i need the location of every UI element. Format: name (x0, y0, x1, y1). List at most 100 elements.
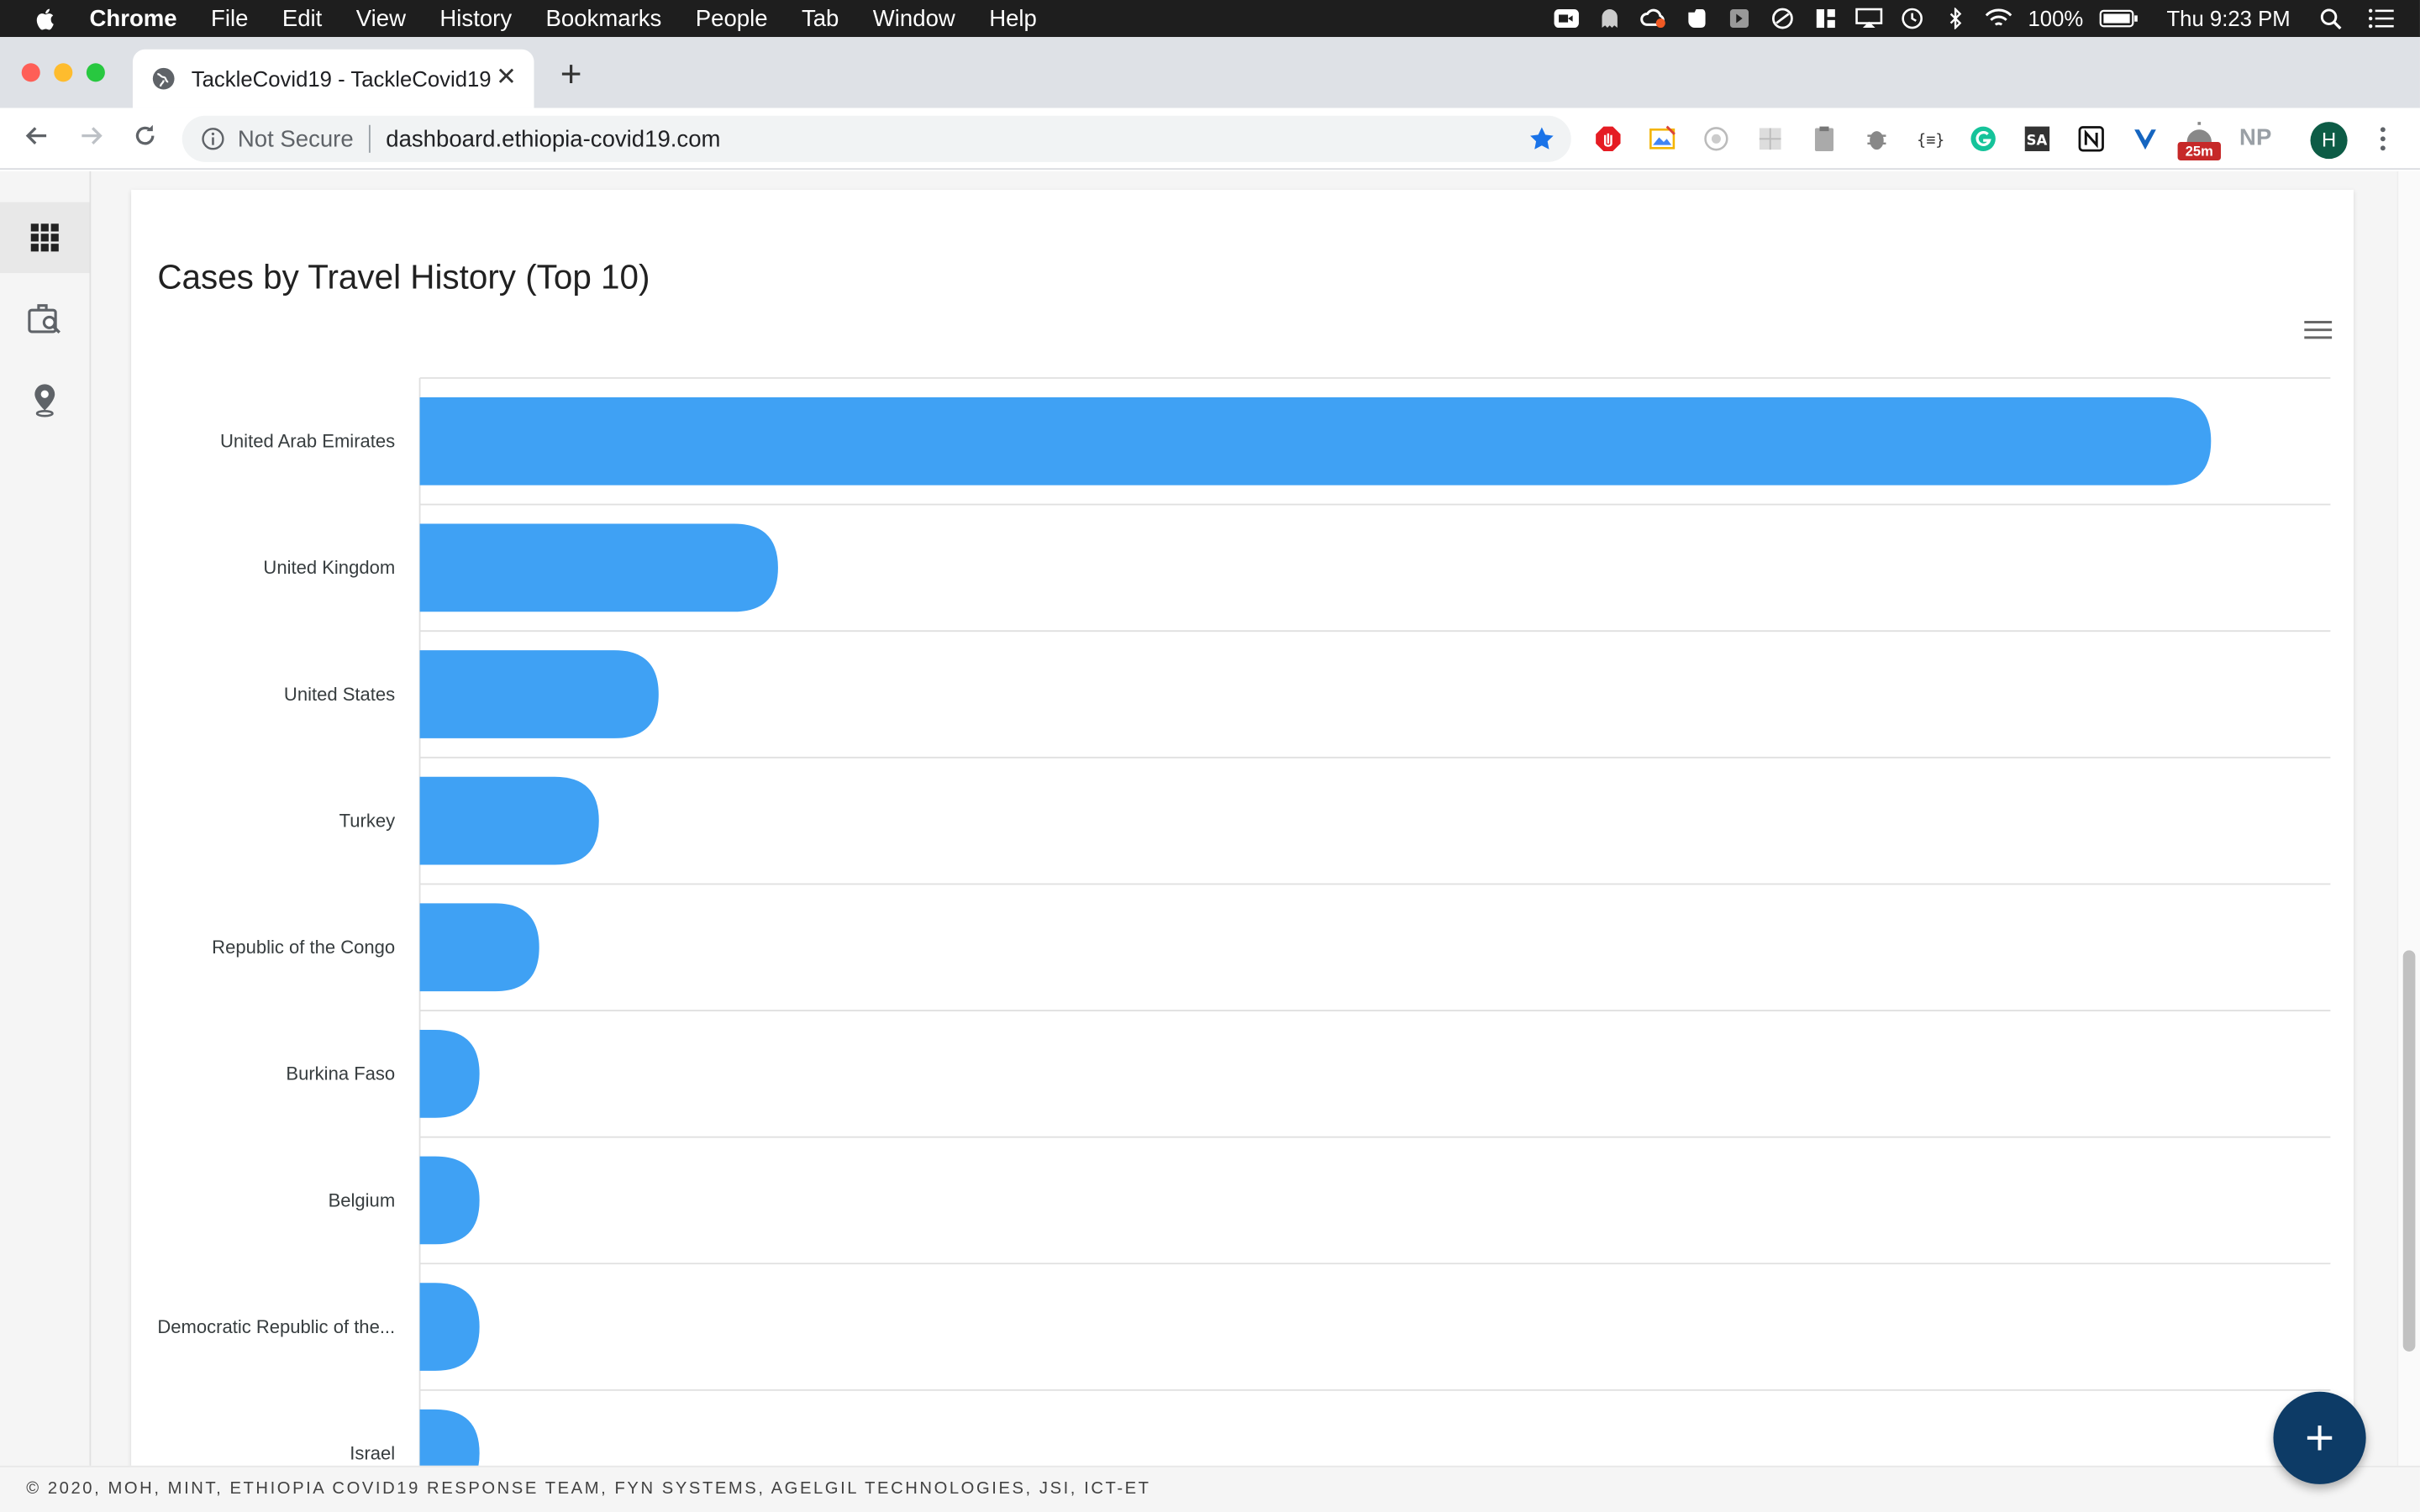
tab-title: TackleCovid19 - TackleCovid19 (191, 66, 492, 92)
chart-category-label: Israel (350, 1443, 395, 1464)
maximize-window-button[interactable] (86, 63, 105, 82)
np-extension-icon[interactable]: NP (2239, 125, 2271, 151)
close-tab-icon[interactable]: ✕ (491, 63, 522, 94)
menu-tab[interactable]: Tab (802, 5, 839, 31)
chart-bar[interactable] (419, 776, 599, 865)
chart-bar[interactable] (419, 523, 778, 612)
chart-category-label: Republic of the Congo (212, 937, 395, 958)
chart-bar[interactable] (419, 1029, 480, 1118)
bluetooth-icon[interactable] (1942, 8, 1970, 29)
chart-category-label: Democratic Republic of the... (157, 1316, 395, 1337)
do-not-disturb-icon[interactable] (1769, 8, 1797, 29)
chart-bar[interactable] (419, 1283, 480, 1371)
json-extension-icon[interactable]: {≡} (1915, 125, 1943, 153)
ghost-app-icon[interactable] (1596, 8, 1623, 29)
menu-history[interactable]: History (439, 5, 512, 31)
reload-button[interactable] (127, 120, 164, 157)
wifi-icon[interactable] (1985, 8, 2012, 29)
menu-file[interactable]: File (211, 5, 248, 31)
pattern-extension-icon[interactable] (1756, 125, 1784, 153)
grammarly-extension-icon[interactable] (1970, 125, 1997, 153)
minimize-window-button[interactable] (54, 63, 73, 82)
horizontal-bar-chart: United Arab Emirates United Kingdom United… (157, 377, 2331, 1466)
dashboard-content: Cases by Travel History (Top 10) United … (91, 171, 2397, 1466)
sidenav-dashboard[interactable] (0, 202, 90, 274)
arrow-right-icon (82, 127, 103, 144)
chart-category-label: United States (284, 684, 395, 705)
chart-category-label: Turkey (339, 810, 396, 831)
page-footer: © 2020, MOH, MINT, ETHIOPIA COVID19 RESP… (0, 1465, 2420, 1512)
arrow-left-icon (25, 127, 47, 144)
chart-bar[interactable] (419, 396, 2212, 486)
spotlight-search-icon[interactable] (2318, 8, 2346, 29)
bookmark-star-icon[interactable] (1528, 125, 1555, 153)
info-icon[interactable] (201, 127, 225, 151)
chart-context-menu-icon[interactable] (2304, 319, 2333, 341)
image-extension-icon[interactable] (1649, 125, 1676, 153)
macos-menu-bar: Chrome File Edit View History Bookmarks … (0, 0, 2420, 38)
airplay-icon[interactable] (1855, 8, 1883, 29)
bug-extension-icon[interactable] (1863, 125, 1891, 153)
timer-extension[interactable]: 25m (2177, 120, 2222, 163)
plus-icon (2307, 1425, 2333, 1451)
globe-favicon-icon (152, 67, 175, 90)
profile-avatar[interactable]: H (2310, 122, 2348, 160)
browser-tab-active[interactable]: TackleCovid19 - TackleCovid19 ✕ (132, 49, 534, 108)
security-status-label[interactable]: Not Secure (238, 126, 354, 152)
url-text[interactable]: dashboard.ethiopia-covid19.com (386, 126, 1528, 152)
chrome-menu-icon[interactable] (2370, 123, 2395, 155)
battery-icon[interactable] (2099, 8, 2139, 29)
forward-button[interactable] (72, 120, 109, 157)
case-search-icon (28, 304, 60, 334)
svg-text:SA: SA (2027, 133, 2048, 149)
apple-menu-icon[interactable] (34, 6, 58, 30)
chart-category-label: Belgium (329, 1189, 396, 1210)
page-scrollbar[interactable] (2396, 171, 2420, 1466)
address-divider (369, 124, 371, 153)
sidenav-case-search[interactable] (0, 284, 90, 354)
reload-icon (135, 124, 155, 145)
adblock-extension-icon[interactable] (1594, 125, 1622, 153)
menu-bookmarks[interactable]: Bookmarks (546, 5, 662, 31)
screen-app-icon[interactable] (1725, 8, 1753, 29)
time-machine-icon[interactable] (1898, 8, 1926, 29)
add-fab-button[interactable] (2273, 1391, 2366, 1484)
browser-tab-strip: TackleCovid19 - TackleCovid19 ✕ + (0, 37, 2420, 108)
evernote-icon[interactable] (1682, 8, 1710, 29)
window-controls (21, 63, 119, 82)
new-tab-button[interactable]: + (553, 56, 590, 96)
svg-text:{≡}: {≡} (1917, 132, 1943, 150)
menu-bar-status-area: 100% Thu 9:23 PM (1553, 0, 2420, 37)
sidenav-location[interactable] (0, 364, 90, 434)
sa-extension-icon[interactable]: SA (2023, 125, 2051, 153)
menu-app-name[interactable]: Chrome (90, 5, 177, 31)
battery-percentage: 100% (2028, 6, 2084, 31)
close-window-button[interactable] (21, 63, 40, 82)
menu-edit[interactable]: Edit (282, 5, 322, 31)
v-extension-icon[interactable] (2131, 125, 2159, 153)
card-title: Cases by Travel History (Top 10) (157, 257, 650, 297)
creative-cloud-icon[interactable] (1639, 8, 1667, 29)
chart-bar[interactable] (419, 903, 539, 992)
zoom-video-icon[interactable] (1553, 8, 1581, 29)
clipboard-extension-icon[interactable] (1810, 125, 1838, 153)
address-bar[interactable]: Not Secure dashboard.ethiopia-covid19.co… (182, 115, 1571, 162)
notion-extension-icon[interactable] (2077, 125, 2105, 153)
menu-view[interactable]: View (356, 5, 406, 31)
camera-extension-icon[interactable] (1702, 125, 1730, 153)
chart-category-label: United Kingdom (263, 557, 395, 578)
back-button[interactable] (18, 120, 55, 157)
chart-bar[interactable] (419, 1156, 480, 1245)
notification-center-icon[interactable] (2367, 8, 2395, 29)
menu-people[interactable]: People (696, 5, 768, 31)
chart-bar[interactable] (419, 650, 659, 738)
menu-help[interactable]: Help (989, 5, 1037, 31)
timer-badge: 25m (2177, 141, 2222, 161)
window-layout-icon[interactable] (1812, 8, 1839, 29)
app-side-navigation (0, 171, 92, 1512)
chart-bar[interactable] (419, 1409, 480, 1466)
menu-window[interactable]: Window (873, 5, 955, 31)
chart-category-label: Burkina Faso (286, 1063, 395, 1084)
scrollbar-thumb[interactable] (2402, 950, 2416, 1352)
menu-bar-clock[interactable]: Thu 9:23 PM (2166, 6, 2290, 30)
